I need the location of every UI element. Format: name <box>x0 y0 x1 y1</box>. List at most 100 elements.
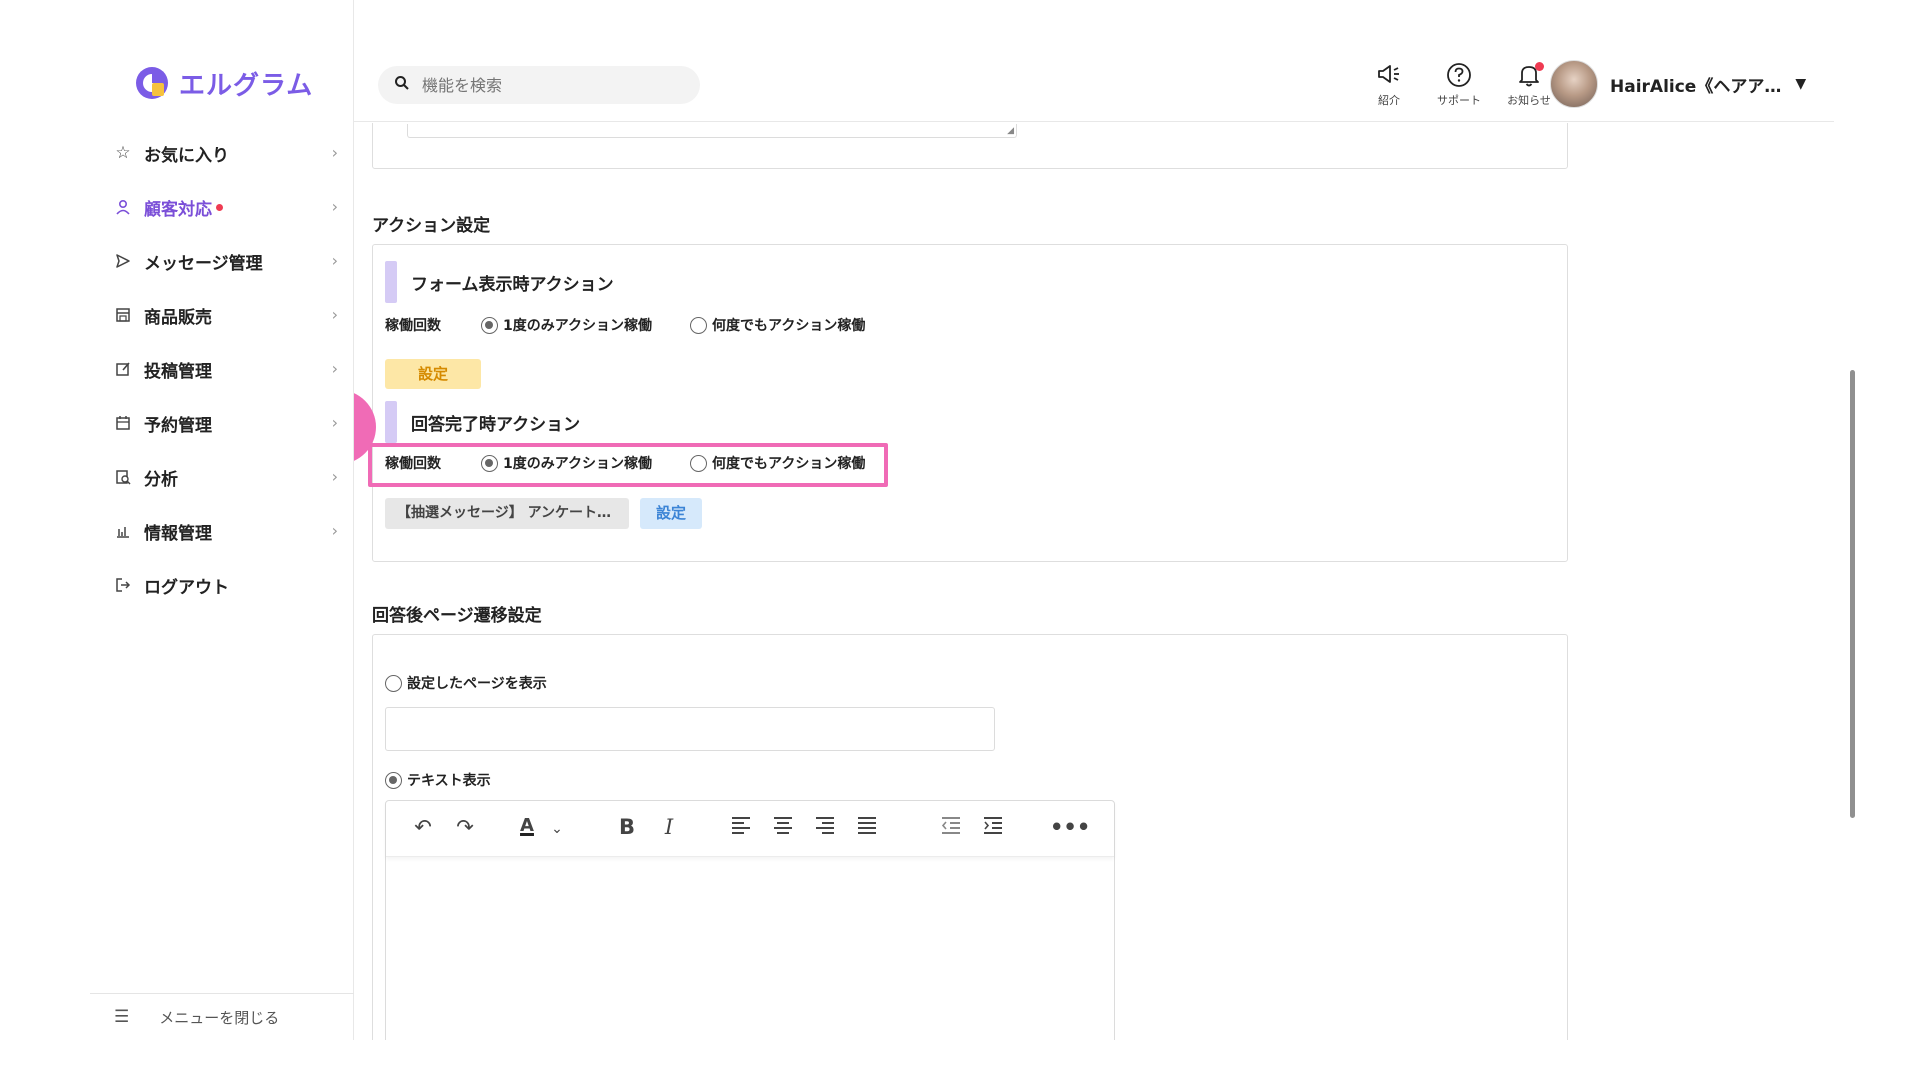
intro-button[interactable]: 紹介 <box>1354 62 1424 108</box>
sidebar-item-sales[interactable]: 商品販売 › <box>110 288 346 342</box>
align-left-icon[interactable] <box>726 815 756 839</box>
chevron-down-icon[interactable]: ⌄ <box>542 821 572 837</box>
form-display-title: フォーム表示時アクション <box>385 261 614 303</box>
chevron-right-icon: › <box>331 413 338 432</box>
search-icon <box>394 75 410 95</box>
sidebar-item-label: 予約管理 <box>144 415 212 436</box>
section-accent-bar <box>385 261 397 303</box>
collapse-menu-button[interactable]: ☰ メニューを閉じる <box>90 993 354 1040</box>
sidebar-item-label: 投稿管理 <box>144 361 212 382</box>
store-icon <box>110 307 136 323</box>
action-settings-box: フォーム表示時アクション 稼働回数 1度のみアクション稼働 何度でもアクション稼… <box>372 244 1568 562</box>
user-menu[interactable]: HairAlice《ヘアア… ▼ <box>1550 60 1806 108</box>
sidebar-item-logout[interactable]: ログアウト <box>110 558 346 612</box>
chevron-right-icon: › <box>331 143 338 162</box>
sidebar: エルグラム ☆ お気に入り › 顧客対応 › メッセージ管理 › 商品販売 › … <box>0 0 354 1040</box>
undo-icon[interactable]: ↶ <box>408 815 438 839</box>
sidebar-item-label: 分析 <box>144 469 178 490</box>
app-logo[interactable]: エルグラム <box>133 64 313 102</box>
rich-text-editor[interactable]: ↶ ↷ A ⌄ B I ••• <box>385 800 1115 1040</box>
chevron-right-icon: › <box>331 359 338 378</box>
redirect-text-radio[interactable]: テキスト表示 <box>385 770 529 790</box>
outdent-icon[interactable] <box>936 815 966 839</box>
sidebar-item-label: 顧客対応 <box>144 199 212 220</box>
radio-unchecked-icon <box>690 316 708 334</box>
notification-dot <box>216 203 223 211</box>
more-icon[interactable]: ••• <box>1050 815 1090 839</box>
user-icon <box>110 199 136 215</box>
chart-icon <box>110 523 136 539</box>
support-button[interactable]: サポート <box>1424 62 1494 108</box>
form-display-run-count: 稼働回数 1度のみアクション稼働 何度でもアクション稼働 <box>385 315 903 335</box>
sidebar-item-label: 情報管理 <box>144 523 212 544</box>
chevron-right-icon: › <box>331 521 338 540</box>
radio-label: 設定したページを表示 <box>407 676 547 692</box>
chevron-right-icon: › <box>331 305 338 324</box>
redirect-page-input[interactable] <box>385 707 995 751</box>
report-icon <box>110 469 136 485</box>
form-display-settings-button[interactable]: 設定 <box>385 359 481 389</box>
sidebar-item-label: お気に入り <box>144 145 229 166</box>
font-color-icon[interactable]: A <box>512 815 542 836</box>
answer-complete-title: 回答完了時アクション <box>385 401 580 443</box>
indent-icon[interactable] <box>978 815 1008 839</box>
redo-icon[interactable]: ↷ <box>450 815 480 839</box>
chevron-right-icon: › <box>331 467 338 486</box>
answer-complete-title-text: 回答完了時アクション <box>411 414 581 435</box>
section-accent-bar <box>385 401 397 443</box>
redirect-settings-box: 設定したページを表示 テキスト表示 ↶ ↷ A ⌄ B I ••• <box>372 634 1568 1040</box>
menu-collapse-icon: ☰ <box>114 1007 130 1027</box>
sidebar-item-reservations[interactable]: 予約管理 › <box>110 396 346 450</box>
action-section-title: アクション設定 <box>372 216 491 236</box>
sidebar-item-customer[interactable]: 顧客対応 › <box>110 180 346 234</box>
top-header: 紹介 サポート お知らせ HairAlice《ヘアア… ▼ <box>354 40 1834 122</box>
radio-checked-icon <box>481 316 498 334</box>
resize-grip-icon: ◢ <box>1007 126 1014 136</box>
vertical-scrollbar[interactable] <box>1850 370 1855 818</box>
align-justify-icon[interactable] <box>852 815 882 839</box>
star-icon: ☆ <box>115 143 131 163</box>
description-textarea[interactable]: ◢ <box>407 124 1017 138</box>
sidebar-item-messages[interactable]: メッセージ管理 › <box>110 234 346 288</box>
assigned-action-tag[interactable]: 【抽選メッセージ】 アンケート… <box>385 498 629 529</box>
user-name: HairAlice《ヘアア… <box>1610 76 1782 97</box>
sidebar-item-label: メッセージ管理 <box>144 253 263 274</box>
form-display-any-radio[interactable]: 何度でもアクション稼働 <box>690 315 865 335</box>
align-center-icon[interactable] <box>768 815 798 839</box>
search-input[interactable] <box>422 75 662 95</box>
caret-down-icon: ▼ <box>1795 76 1807 92</box>
chevron-right-icon: › <box>331 197 338 216</box>
form-display-once-radio[interactable]: 1度のみアクション稼働 <box>481 315 652 335</box>
redirect-page-radio[interactable]: 設定したページを表示 <box>385 673 585 693</box>
collapse-menu-label: メニューを閉じる <box>159 1008 280 1027</box>
form-display-title-text: フォーム表示時アクション <box>411 274 614 295</box>
sidebar-item-posts[interactable]: 投稿管理 › <box>110 342 346 396</box>
bold-icon[interactable]: B <box>612 815 642 839</box>
sidebar-item-analytics[interactable]: 分析 › <box>110 450 346 504</box>
support-label: サポート <box>1437 94 1481 107</box>
italic-icon[interactable]: I <box>654 815 684 839</box>
redirect-section-title: 回答後ページ遷移設定 <box>372 606 542 626</box>
sidebar-item-label: ログアウト <box>144 577 229 598</box>
sidebar-item-label: 商品販売 <box>144 307 212 328</box>
logout-icon <box>110 577 136 593</box>
run-count-label: 稼働回数 <box>385 318 441 334</box>
megaphone-icon <box>1354 62 1424 92</box>
align-right-icon[interactable] <box>810 815 840 839</box>
radio-unchecked-icon <box>385 674 402 692</box>
help-icon <box>1424 62 1494 92</box>
radio-label: テキスト表示 <box>407 773 491 789</box>
radio-label: 1度のみアクション稼働 <box>503 318 653 334</box>
sidebar-item-info[interactable]: 情報管理 › <box>110 504 346 558</box>
search-box[interactable] <box>378 66 700 104</box>
editor-toolbar: ↶ ↷ A ⌄ B I ••• <box>386 801 1114 857</box>
intro-label: 紹介 <box>1378 94 1400 107</box>
send-icon <box>110 253 136 269</box>
sidebar-item-favorites[interactable]: ☆ お気に入り › <box>110 126 346 180</box>
previous-section-box: ◢ <box>372 123 1568 169</box>
avatar <box>1550 60 1598 108</box>
highlight-frame <box>368 443 888 487</box>
answer-complete-settings-button[interactable]: 設定 <box>640 498 702 529</box>
logo-mark-icon <box>133 64 171 102</box>
calendar-icon <box>110 415 136 431</box>
